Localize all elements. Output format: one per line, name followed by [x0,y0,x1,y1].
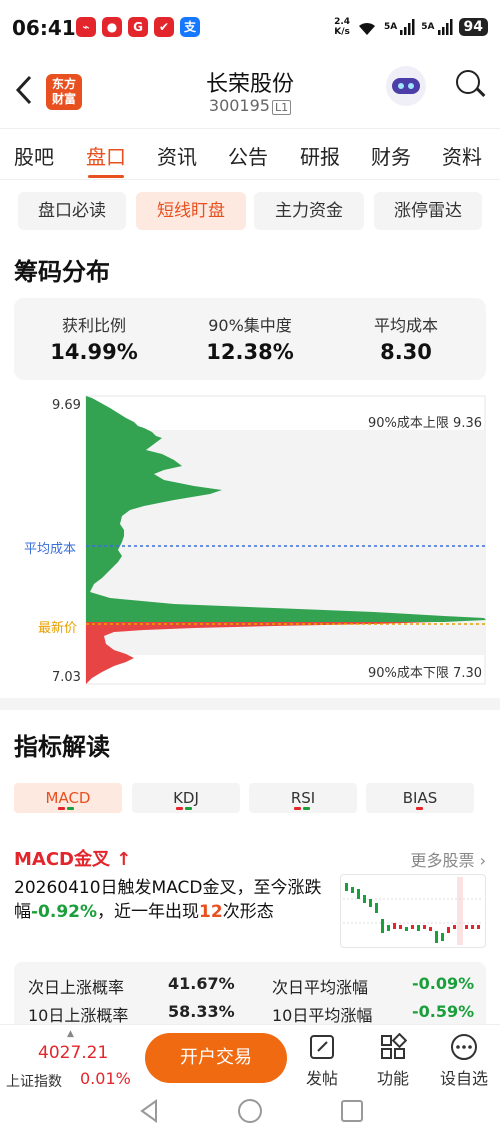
more-icon [434,1033,494,1061]
open-account-trade-button[interactable]: 开户交易 [145,1033,287,1083]
probability-card: 次日上涨概率 41.67% 次日平均涨幅 -0.09% 10日上涨概率 58.3… [14,962,486,1032]
chip-section-title: 筹码分布 [14,258,110,286]
tab-profile[interactable]: 资料 [442,141,482,170]
macd-description: 20260410日触发MACD金叉，至今涨跌幅-0.92%，近一年出现12次形态 [14,878,322,922]
profit-ratio-label: 获利比例 [61,316,126,335]
system-nav-bar [0,1094,500,1130]
bottom-action-bar: ▲ 4027.21 上证指数 0.01% 开户交易 发帖 功能 设自选 [0,1024,500,1094]
avg-cost-line-label: 平均成本 [24,542,77,557]
rsi-signal-dots [294,807,310,810]
cost-upper-limit-label: 90%成本上限 9.36 [368,416,482,431]
sh-index-value[interactable]: 4027.21 [38,1043,108,1063]
macd-signal-dots [58,807,74,810]
latest-price-line-label: 最新价 [38,621,78,636]
tab-guba[interactable]: 股吧 [14,141,54,170]
active-tab-indicator [88,175,124,178]
sh-index-change[interactable]: 0.01% [80,1069,131,1088]
profit-ratio-value: 14.99% [50,340,138,364]
level-badge: L1 [271,100,292,115]
tab-pankou[interactable]: 盘口 [86,141,126,170]
app-screen: 06:41 ⌁ ● G ✔ 支 2.4 K/s 5A 5A 94 东方 财富 长… [0,0,500,1130]
alipay-icon: 支 [180,17,200,37]
chip-distribution-chart: 9.69 7.03 平均成本 最新价 90%成本上限 9.36 90%成本下限 … [14,392,486,688]
avg-cost-label: 平均成本 [373,316,438,335]
stock-name: 长荣股份 [205,72,294,97]
macd-change-value: -0.92% [31,902,98,922]
chip-chart-svg [85,395,486,685]
status-bar: 06:41 ⌁ ● G ✔ 支 2.4 K/s 5A 5A 94 [0,0,500,56]
stock-code: 300195 [208,96,270,115]
status-time: 06:41 [12,16,76,40]
stock-code-row: 300195 L1 [150,96,350,115]
ten-day-rise-prob-value: 58.33% [168,1002,235,1021]
post-button[interactable]: 发帖 [292,1033,352,1089]
price-bottom-label: 7.03 [52,670,81,685]
next-day-avg-gain-value: -0.09% [412,974,475,993]
app-icon-4: ✔ [154,17,174,37]
sim2-label: 5A [421,22,435,32]
macd-count-value: 12 [199,902,223,922]
grid-icon [363,1033,423,1061]
net-speed: 2.4 K/s [334,17,351,37]
custom-select-button[interactable]: 设自选 [434,1033,494,1089]
eastmoney-logo: 东方 财富 [46,74,82,110]
subtab-main-funds[interactable]: 主力资金 [254,192,364,230]
app-icon-2: ● [102,17,122,37]
price-top-label: 9.69 [52,398,81,413]
function-button[interactable]: 功能 [363,1033,423,1089]
next-day-rise-prob-label: 次日上涨概率 [28,978,125,997]
tab-research[interactable]: 研报 [300,141,340,170]
tab-announcement[interactable]: 公告 [228,141,268,170]
mini-kline-thumbnail[interactable] [340,874,486,948]
up-arrow-icon: ↑ [116,849,132,870]
kdj-signal-dots [176,807,192,810]
edit-icon [292,1033,352,1061]
subtab-limit-radar[interactable]: 涨停雷达 [374,192,482,230]
ten-day-avg-gain-value: -0.59% [412,1002,475,1021]
cost-lower-limit-label: 90%成本下限 7.30 [368,666,482,681]
assistant-robot-icon[interactable] [386,66,426,106]
back-arrow-icon[interactable] [14,74,34,114]
subtab-must-read[interactable]: 盘口必读 [18,192,126,230]
next-day-avg-gain-label: 次日平均涨幅 [272,978,369,997]
bias-signal-dots [416,807,423,810]
macd-signal-title: MACD金叉 ↑ [14,849,132,870]
battery-icon: 94 [458,18,488,36]
ten-day-rise-prob-label: 10日上涨概率 [28,1006,129,1025]
sim1-label: 5A [384,22,398,32]
status-right: 2.4 K/s 5A 5A 94 [334,16,488,38]
subtab-short-watch[interactable]: 短线盯盘 [136,192,246,230]
nav-recents-icon[interactable] [339,1098,365,1124]
index-up-caret-icon: ▲ [67,1029,74,1039]
mini-kline-svg [343,877,483,945]
sh-index-name[interactable]: 上证指数 [6,1071,62,1091]
app-icon-3: G [128,17,148,37]
nav-back-icon[interactable] [136,1098,162,1124]
more-stocks-link[interactable]: 更多股票 › [410,847,486,871]
concentration-value: 12.38% [206,340,294,364]
nav-home-icon[interactable] [236,1097,264,1125]
tab-finance[interactable]: 财务 [371,141,411,170]
signal-icon-2 [437,19,453,35]
signal-icon-1 [400,19,415,35]
search-icon[interactable] [456,70,480,94]
section-divider [0,698,500,710]
main-tabs: 股吧 盘口 资讯 公告 研报 财务 资料 [0,128,500,180]
app-icon-1: ⌁ [76,17,96,37]
avg-cost-value: 8.30 [380,340,432,364]
next-day-rise-prob-value: 41.67% [168,974,235,993]
wifi-icon [359,22,376,35]
chip-stats-card: 获利比例 14.99% 90%集中度 12.38% 平均成本 8.30 [14,298,486,380]
indicator-section-title: 指标解读 [14,733,110,761]
ten-day-avg-gain-label: 10日平均涨幅 [272,1006,373,1025]
chevron-right-icon: › [479,851,486,870]
concentration-label: 90%集中度 [208,316,292,335]
tab-news[interactable]: 资讯 [157,141,197,170]
